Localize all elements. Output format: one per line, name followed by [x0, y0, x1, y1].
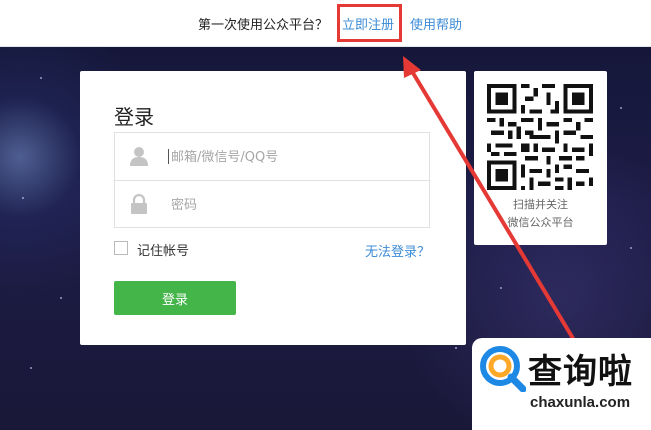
password-row: [115, 180, 429, 228]
remember-label: 记住帐号: [137, 244, 190, 259]
login-title: 登录: [114, 105, 154, 129]
account-input[interactable]: [169, 143, 413, 171]
help-link[interactable]: 使用帮助: [410, 14, 462, 33]
remember-checkbox[interactable]: [114, 241, 128, 255]
account-row: [115, 133, 429, 180]
login-panel: 登录 记住帐号 无法登录？ 登录: [80, 71, 466, 345]
login-input-group: [114, 132, 430, 228]
qr-panel: 扫描并关注 微信公众平台: [474, 71, 607, 245]
qr-caption-line2: 微信公众平台: [507, 216, 574, 229]
cannot-login-link[interactable]: 无法登录？: [365, 241, 430, 260]
user-icon: [130, 147, 148, 166]
qr-code-image: [487, 84, 593, 190]
annotation-highlight-box: [337, 4, 402, 42]
qr-caption-line1: 扫描并关注: [513, 198, 568, 211]
magnifier-logo-icon: [480, 346, 526, 392]
watermark-url: chaxunla.com: [530, 394, 631, 411]
watermark-brand: 查询啦: [528, 352, 633, 392]
watermark-logo: 查询啦 chaxunla.com: [472, 338, 651, 430]
register-prompt: 第一次使用公众平台？: [198, 18, 329, 33]
password-input[interactable]: [169, 191, 413, 219]
top-bar: 第一次使用公众平台？ 立即注册 使用帮助: [0, 0, 651, 47]
login-button[interactable]: 登录: [114, 281, 236, 315]
lock-icon: [131, 194, 147, 214]
